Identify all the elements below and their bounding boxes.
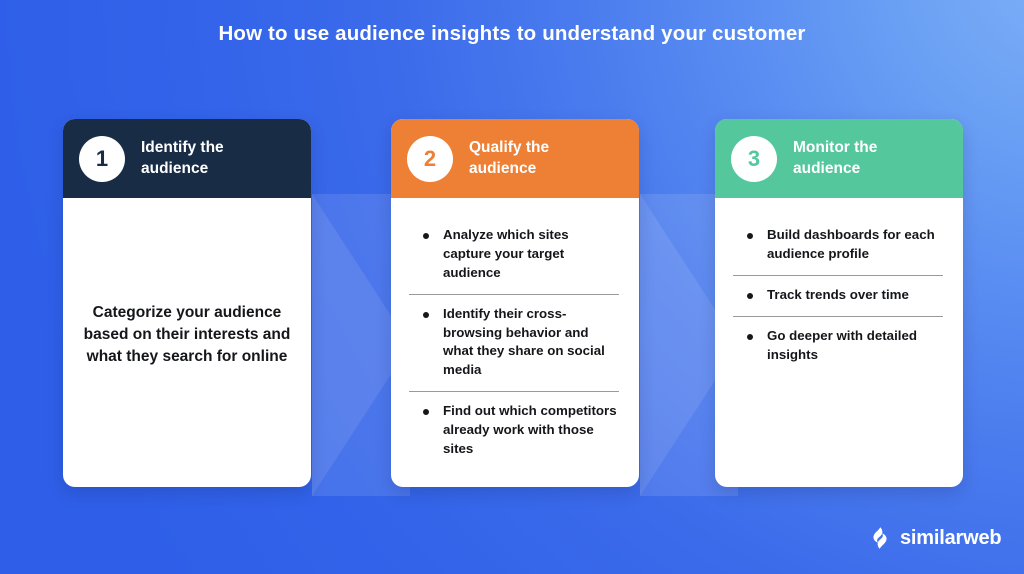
bullet-dot-icon: [747, 333, 753, 340]
step-card-3-title: Monitor the audience: [793, 139, 878, 177]
list-item-label: Identify their cross-browsing behavior a…: [443, 305, 609, 378]
list-item-label: Analyze which sites capture your target …: [443, 227, 573, 280]
step-number-badge-3: 3: [731, 135, 777, 182]
step-card-3-header: 3 Monitor the audience: [715, 119, 963, 198]
list-item: Identify their cross-browsing behavior a…: [401, 295, 621, 392]
list-item-label: Track trends over time: [767, 286, 909, 302]
bullet-dot-icon: [423, 311, 429, 318]
infographic-canvas: How to use audience insights to understa…: [0, 0, 1024, 574]
list-item-label: Find out which competitors already work …: [443, 403, 624, 456]
step-card-2-body: Analyze which sites capture your target …: [391, 198, 639, 487]
step-card-1: 1 Identify the audience Categorize your …: [63, 119, 311, 487]
similarweb-logo-text: similarweb: [900, 526, 1002, 549]
step-card-2-title: Qualify the audience: [469, 139, 550, 177]
step-card-1-paragraph-wrap: Categorize your audience based on their …: [63, 198, 311, 487]
bullet-dot-icon: [747, 292, 753, 299]
bullet-dot-icon: [423, 409, 429, 416]
page-title: How to use audience insights to understa…: [218, 22, 806, 45]
bullet-dot-icon: [423, 233, 429, 239]
step-card-3-bullet-list: Build dashboards for each audience profi…: [715, 198, 963, 375]
step-card-1-header: 1 Identify the audience: [63, 119, 311, 198]
step-card-2-bullet-list: Analyze which sites capture your target …: [391, 198, 639, 470]
step-number-badge-1: 1: [79, 135, 125, 182]
bullet-dot-icon: [747, 233, 753, 239]
step-number-badge-2: 2: [407, 135, 453, 182]
list-item: Go deeper with detailed insights: [725, 317, 945, 376]
list-item: Track trends over time: [725, 276, 945, 316]
step-card-2-header: 2 Qualify the audience: [391, 119, 639, 198]
list-item: Find out which competitors already work …: [401, 392, 621, 470]
similarweb-logo: similarweb: [868, 526, 1002, 550]
step-card-3-body: Build dashboards for each audience profi…: [715, 198, 963, 487]
step-card-1-title: Identify the audience: [141, 139, 224, 177]
list-item: Build dashboards for each audience profi…: [725, 216, 945, 275]
step-card-3: 3 Monitor the audience Build dashboards …: [715, 119, 963, 487]
step-card-1-body: Categorize your audience based on their …: [63, 198, 311, 487]
list-item-label: Build dashboards for each audience profi…: [767, 227, 939, 261]
step-card-1-paragraph: Categorize your audience based on their …: [83, 303, 291, 365]
step-card-2: 2 Qualify the audience Analyze which sit…: [391, 119, 639, 487]
similarweb-droplet-icon: [873, 527, 887, 549]
list-item: Analyze which sites capture your target …: [401, 216, 621, 294]
list-item-label: Go deeper with detailed insights: [767, 327, 921, 362]
